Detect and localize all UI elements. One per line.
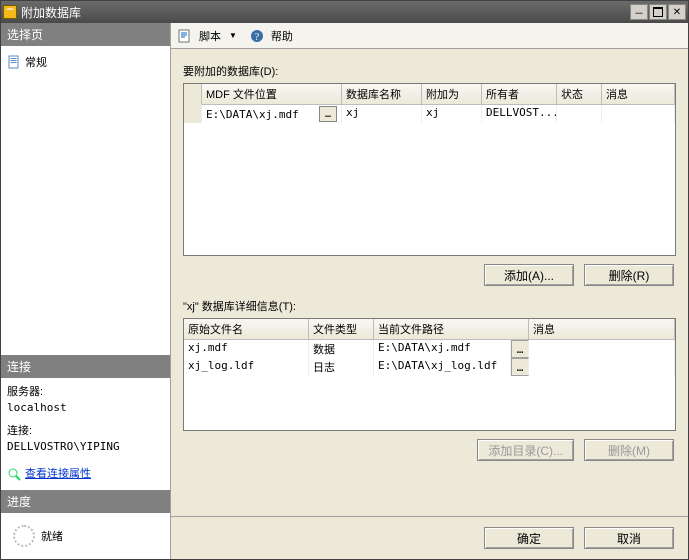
cell-mdf-path: E:\DATA\xj.mdf: [206, 108, 319, 121]
col-mdf[interactable]: MDF 文件位置: [202, 84, 342, 105]
nav-item-label: 常规: [25, 54, 47, 70]
cell-orig: xj_log.ldf: [184, 358, 309, 376]
toolbar: 脚本 ▼ ? 帮助: [171, 23, 688, 49]
details-grid-body: xj.mdf数据E:\DATA\xj.mdf…xj_log.ldf日志E:\DA…: [184, 340, 675, 430]
cell-orig: xj.mdf: [184, 340, 309, 358]
connection-header: 连接: [1, 355, 170, 378]
progress-header: 进度: [1, 490, 170, 513]
cell-type: 日志: [309, 358, 374, 376]
col2-type[interactable]: 文件类型: [309, 319, 374, 340]
script-icon: [177, 28, 193, 44]
titlebar: 附加数据库 － ✕: [1, 1, 688, 23]
details-grid-header: 原始文件名 文件类型 当前文件路径 消息: [184, 319, 675, 340]
server-label: 服务器:: [7, 384, 164, 401]
remove-button[interactable]: 删除(R): [584, 264, 674, 286]
right-pane: 脚本 ▼ ? 帮助 要附加的数据库(D): MDF 文件位置 数据库名称 附加为: [171, 23, 688, 559]
attach-buttons: 添加(A)... 删除(R): [183, 256, 676, 294]
nav-item-general[interactable]: 常规: [7, 52, 164, 72]
browse-mdf-button[interactable]: …: [319, 106, 337, 122]
cell-path: E:\DATA\xj_log.ldf: [374, 358, 511, 376]
conn-label: 连接:: [7, 423, 164, 440]
select-page-header: 选择页: [1, 23, 170, 46]
cell-attachas[interactable]: xj: [422, 105, 482, 123]
add-catalog-button: 添加目录(C)...: [477, 439, 574, 461]
dialog-window: 附加数据库 － ✕ 选择页 常规 连接 服务器: localhost: [0, 0, 689, 560]
col-status[interactable]: 状态: [557, 84, 602, 105]
connection-panel: 服务器: localhost 连接: DELLVOSTRO\YIPING 查看连…: [1, 378, 170, 491]
dialog-body: 选择页 常规 连接 服务器: localhost 连接: DELLVOSTRO\…: [1, 23, 688, 559]
window-buttons: － ✕: [630, 4, 686, 20]
details-buttons: 添加目录(C)... 删除(M): [183, 431, 676, 469]
col2-orig[interactable]: 原始文件名: [184, 319, 309, 340]
col-dbname[interactable]: 数据库名称: [342, 84, 422, 105]
table-row[interactable]: xj_log.ldf日志E:\DATA\xj_log.ldf…: [184, 358, 675, 376]
col2-msg[interactable]: 消息: [529, 319, 675, 340]
page-icon: [7, 55, 21, 69]
attach-grid[interactable]: MDF 文件位置 数据库名称 附加为 所有者 状态 消息 E:\DATA\xj.…: [183, 83, 676, 256]
cell-status: [557, 105, 602, 123]
attach-grid-body: E:\DATA\xj.mdf … xj xj DELLVOST...: [184, 105, 675, 255]
ok-button[interactable]: 确定: [484, 527, 574, 549]
maximize-button[interactable]: [649, 4, 667, 20]
browse-path-button[interactable]: …: [511, 340, 529, 358]
left-pane: 选择页 常规 连接 服务器: localhost 连接: DELLVOSTRO\…: [1, 23, 171, 559]
minimize-button[interactable]: －: [630, 4, 648, 20]
script-dropdown-icon[interactable]: ▼: [227, 31, 237, 40]
cell-type: 数据: [309, 340, 374, 358]
close-button[interactable]: ✕: [668, 4, 686, 20]
row-selector[interactable]: [184, 105, 202, 123]
script-button[interactable]: 脚本: [197, 28, 223, 44]
view-conn-link[interactable]: 查看连接属性: [25, 466, 91, 483]
cell-dbname[interactable]: xj: [342, 105, 422, 123]
svg-text:?: ?: [255, 32, 260, 43]
cell-msg2: [529, 340, 675, 358]
table-row[interactable]: E:\DATA\xj.mdf … xj xj DELLVOST...: [184, 105, 675, 123]
cancel-button[interactable]: 取消: [584, 527, 674, 549]
col-owner[interactable]: 所有者: [482, 84, 557, 105]
cell-owner[interactable]: DELLVOST...: [482, 105, 557, 123]
cell-msg2: [529, 358, 675, 376]
col-message[interactable]: 消息: [602, 84, 675, 105]
app-icon: [3, 5, 17, 19]
progress-spinner-icon: [13, 525, 35, 547]
view-connection-properties[interactable]: 查看连接属性: [7, 464, 164, 485]
pages-list: 常规: [1, 46, 170, 355]
connection-props-icon: [7, 467, 21, 481]
table-row[interactable]: xj.mdf数据E:\DATA\xj.mdf…: [184, 340, 675, 358]
progress-panel: 就绪: [1, 513, 170, 559]
col2-path[interactable]: 当前文件路径: [374, 319, 529, 340]
details-label: "xj" 数据库详细信息(T):: [183, 298, 676, 314]
progress-status: 就绪: [41, 528, 63, 544]
attach-grid-header: MDF 文件位置 数据库名称 附加为 所有者 状态 消息: [184, 84, 675, 105]
help-icon: ?: [249, 28, 265, 44]
window-title: 附加数据库: [21, 4, 630, 21]
cell-message: [602, 105, 675, 123]
footer: 确定 取消: [171, 516, 688, 559]
main-area: 要附加的数据库(D): MDF 文件位置 数据库名称 附加为 所有者 状态 消息: [171, 49, 688, 516]
add-button[interactable]: 添加(A)...: [484, 264, 574, 286]
browse-path-button[interactable]: …: [511, 358, 529, 376]
server-value: localhost: [7, 400, 164, 417]
col-attachas[interactable]: 附加为: [422, 84, 482, 105]
details-grid[interactable]: 原始文件名 文件类型 当前文件路径 消息 xj.mdf数据E:\DATA\xj.…: [183, 318, 676, 431]
remove-detail-button: 删除(M): [584, 439, 674, 461]
help-button[interactable]: 帮助: [269, 28, 295, 44]
attach-label: 要附加的数据库(D):: [183, 63, 676, 79]
conn-value: DELLVOSTRO\YIPING: [7, 439, 164, 456]
cell-path: E:\DATA\xj.mdf: [374, 340, 511, 358]
